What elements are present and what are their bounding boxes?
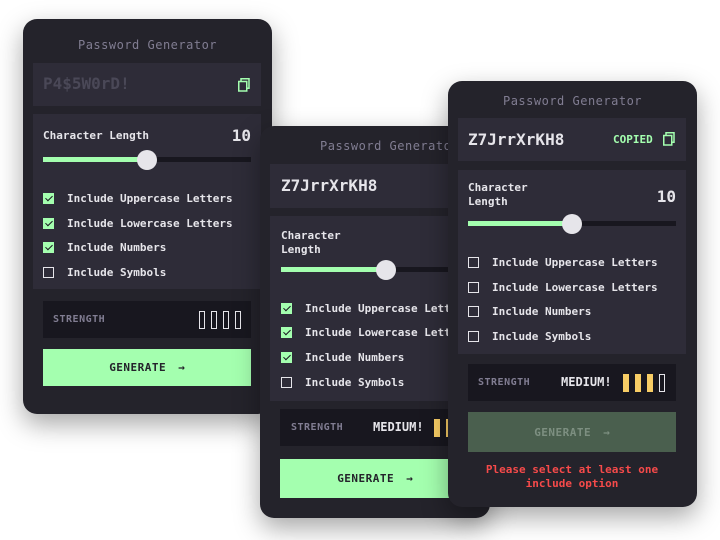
checkbox-numbers[interactable] <box>468 305 479 317</box>
strength-bar <box>647 374 653 392</box>
option-symbols[interactable]: Include Symbols <box>281 374 404 390</box>
checkbox-symbols[interactable] <box>281 376 292 388</box>
strength-bar <box>211 311 217 329</box>
arrow-right-icon: → <box>406 472 413 485</box>
slider-thumb[interactable] <box>137 149 157 170</box>
length-label: Character Length <box>468 181 528 208</box>
option-uppercase[interactable]: Include Uppercase Letters <box>468 254 658 270</box>
generate-label: GENERATE <box>337 472 395 485</box>
option-numbers[interactable]: Include Numbers <box>43 239 166 255</box>
strength-bar <box>223 311 229 329</box>
checkbox-uppercase[interactable] <box>468 256 479 268</box>
option-symbols[interactable]: Include Symbols <box>43 264 166 280</box>
option-label: Include Lowercase Letters <box>492 280 658 294</box>
password-text: Z7JrrXrKH8 <box>281 176 378 195</box>
password-text: Z7JrrXrKH8 <box>468 130 565 149</box>
length-label: Character Length <box>43 129 149 142</box>
slider-fill <box>281 267 386 272</box>
checkbox-numbers[interactable] <box>281 351 292 363</box>
strength-bar <box>235 311 241 329</box>
option-label: Include Numbers <box>305 350 405 364</box>
checkbox-numbers[interactable] <box>43 241 54 253</box>
length-slider[interactable] <box>43 149 251 170</box>
password-text: P4$5W0rD! <box>43 74 130 93</box>
card-3: Password Generator Z7JrrXrKH8 COPIED Cha… <box>448 81 697 507</box>
strength-bar <box>623 374 629 392</box>
option-lowercase[interactable]: Include Lowercase Letters <box>468 279 658 295</box>
strength-bar <box>434 419 440 437</box>
option-label: Include Uppercase Letters <box>492 255 658 269</box>
strength-value: MEDIUM! <box>561 375 612 389</box>
generate-label: GENERATE <box>109 361 167 374</box>
option-label: Include Symbols <box>67 265 167 279</box>
checkbox-symbols[interactable] <box>43 266 54 278</box>
checkbox-lowercase[interactable] <box>281 326 292 338</box>
length-slider[interactable] <box>468 213 676 234</box>
app-title: Password Generator <box>320 139 460 153</box>
copy-icon[interactable] <box>238 78 250 92</box>
app-title: Password Generator <box>502 94 643 108</box>
arrow-right-icon: → <box>603 425 610 439</box>
option-label: Include Uppercase Letters <box>67 191 233 205</box>
checkbox-lowercase[interactable] <box>468 281 479 293</box>
copy-icon[interactable] <box>663 132 675 146</box>
generate-label: GENERATE <box>534 425 592 439</box>
option-label: Include Lowercase Lett <box>305 325 451 339</box>
settings-panel: Character Length 10 Include Uppercase Le… <box>458 170 686 354</box>
slider-fill <box>468 221 572 226</box>
generate-button[interactable]: GENERATE → <box>280 459 470 498</box>
strength-label: STRENGTH <box>291 422 344 433</box>
strength-meter: STRENGTH <box>43 301 251 338</box>
strength-bar <box>199 311 205 329</box>
option-uppercase[interactable]: Include Uppercase Lett <box>281 300 451 316</box>
strength-bar <box>635 374 641 392</box>
error-message: Please select at least one include optio… <box>485 463 659 490</box>
option-numbers[interactable]: Include Numbers <box>281 349 404 365</box>
checkbox-lowercase[interactable] <box>43 217 54 229</box>
generate-button[interactable]: GENERATE → <box>43 349 251 386</box>
checkbox-symbols[interactable] <box>468 330 479 342</box>
copied-label: COPIED <box>613 133 653 146</box>
app-title: Password Generator <box>77 38 218 52</box>
settings-panel: Character Length 10 Include Uppercase Le… <box>33 114 261 289</box>
arrow-right-icon: → <box>178 361 185 374</box>
option-label: Include Symbols <box>492 329 592 343</box>
option-lowercase[interactable]: Include Lowercase Letters <box>43 215 233 231</box>
option-symbols[interactable]: Include Symbols <box>468 328 591 344</box>
slider-thumb[interactable] <box>562 213 582 234</box>
option-label: Include Numbers <box>492 304 592 318</box>
option-lowercase[interactable]: Include Lowercase Lett <box>281 324 451 340</box>
strength-label: STRENGTH <box>478 377 531 388</box>
strength-label: STRENGTH <box>53 314 106 325</box>
slider-thumb[interactable] <box>376 259 396 280</box>
option-numbers[interactable]: Include Numbers <box>468 303 591 319</box>
strength-value: MEDIUM! <box>373 420 424 434</box>
checkbox-uppercase[interactable] <box>281 302 292 314</box>
length-value: 10 <box>231 126 251 145</box>
password-display: P4$5W0rD! <box>33 63 261 106</box>
option-label: Include Lowercase Letters <box>67 216 233 230</box>
generate-button[interactable]: GENERATE → <box>468 412 676 452</box>
length-label: Character Length <box>281 229 341 256</box>
card-1: Password Generator P4$5W0rD! Character L… <box>23 19 272 414</box>
slider-fill <box>43 157 147 162</box>
option-label: Include Symbols <box>305 375 405 389</box>
strength-bar <box>659 374 665 392</box>
strength-meter: STRENGTH MEDIUM! <box>468 364 676 401</box>
checkbox-uppercase[interactable] <box>43 192 54 204</box>
option-uppercase[interactable]: Include Uppercase Letters <box>43 190 233 206</box>
length-value: 10 <box>656 187 676 206</box>
option-label: Include Uppercase Lett <box>305 301 451 315</box>
option-label: Include Numbers <box>67 240 167 254</box>
password-display: Z7JrrXrKH8 COPIED <box>458 118 686 161</box>
